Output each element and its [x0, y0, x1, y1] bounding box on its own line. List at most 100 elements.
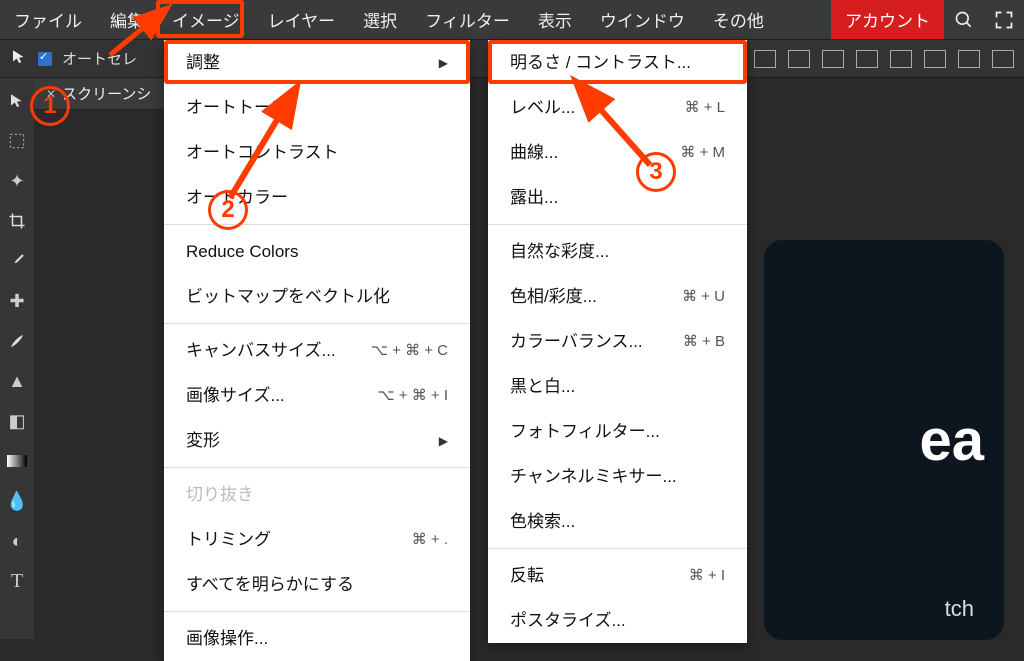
align-middle-icon[interactable] — [890, 50, 912, 68]
menuitem-label: ビットマップをベクトル化 — [186, 288, 390, 305]
menu-file[interactable]: ファイル — [0, 0, 96, 39]
tool-eyedropper[interactable] — [4, 244, 30, 278]
background-panel: ea tch — [764, 240, 1004, 640]
tab-title: スクリーンシ — [62, 83, 151, 104]
shortcut: ⌘ + B — [683, 334, 725, 349]
image-menu-item-13[interactable]: トリミング⌘ + . — [164, 517, 470, 562]
adjust-menu-item-14[interactable]: ポスタライズ... — [488, 598, 747, 643]
separator — [488, 224, 747, 225]
menu-other[interactable]: その他 — [699, 0, 778, 39]
menuitem-label: オートコントラスト — [186, 144, 339, 161]
image-menu-dropdown: 調整オートトーンオートコントラストオートカラー Reduce Colors ビットマ… — [164, 40, 470, 661]
align-top-icon[interactable] — [856, 50, 878, 68]
adjust-menu-item-2[interactable]: 曲線...⌘ + M — [488, 130, 747, 175]
menuitem-label: チャンネルミキサー... — [510, 468, 677, 485]
tool-stamp[interactable]: ▲ — [4, 364, 30, 398]
menuitem-label: 色検索... — [510, 513, 575, 530]
menu-edit[interactable]: 編集 — [96, 0, 158, 39]
menubar: ファイル 編集 イメージ レイヤー 選択 フィルター 表示 ウインドウ その他 … — [0, 0, 1024, 40]
distribute-v-icon[interactable] — [992, 50, 1014, 68]
menuitem-label: 黒と白... — [510, 378, 575, 395]
separator — [164, 323, 470, 324]
menuitem-label: 画像サイズ... — [186, 387, 285, 404]
adjust-menu-item-8[interactable]: 黒と白... — [488, 364, 747, 409]
left-toolstrip: ✦ ✚ ▲ ◧ 💧 ◐ T — [0, 78, 34, 639]
move-tool-icon[interactable] — [10, 48, 28, 70]
image-menu-item-12: 切り抜き — [164, 472, 470, 517]
menuitem-label: フォトフィルター... — [510, 423, 660, 440]
adjust-menu-item-10[interactable]: チャンネルミキサー... — [488, 454, 747, 499]
menuitem-label: オートカラー — [186, 189, 288, 206]
menuitem-label: キャンバスサイズ... — [186, 342, 336, 359]
shortcut: ⌥ + ⌘ + I — [377, 388, 448, 403]
align-left-icon[interactable] — [754, 50, 776, 68]
menu-layer[interactable]: レイヤー — [254, 0, 350, 39]
adjust-menu-item-13[interactable]: 反転⌘ + I — [488, 553, 747, 598]
adjust-menu-item-5[interactable]: 自然な彩度... — [488, 229, 747, 274]
account-button[interactable]: アカウント — [831, 0, 944, 39]
tool-eraser[interactable]: ◧ — [4, 404, 30, 438]
image-menu-item-10[interactable]: 変形 — [164, 418, 470, 463]
tool-move[interactable] — [4, 84, 30, 118]
shortcut: ⌥ + ⌘ + C — [371, 343, 448, 358]
separator — [164, 611, 470, 612]
tool-heal[interactable]: ✚ — [4, 284, 30, 318]
menu-select[interactable]: 選択 — [349, 0, 411, 39]
search-icon[interactable] — [944, 0, 984, 39]
image-menu-item-8[interactable]: キャンバスサイズ... ⌥ + ⌘ + C — [164, 328, 470, 373]
adjust-menu-item-3[interactable]: 露出... — [488, 175, 747, 220]
image-menu-item-6[interactable]: ビットマップをベクトル化 — [164, 274, 470, 319]
adjustments-submenu: 明るさ / コントラスト...レベル...⌘ + L曲線...⌘ + M 露出..… — [488, 40, 747, 643]
menuitem-label: トリミング — [186, 531, 271, 548]
adjust-menu-item-9[interactable]: フォトフィルター... — [488, 409, 747, 454]
menu-image[interactable]: イメージ — [158, 0, 254, 39]
adjust-menu-item-11[interactable]: 色検索... — [488, 499, 747, 544]
tool-marquee[interactable] — [4, 124, 30, 158]
align-right-icon[interactable] — [822, 50, 844, 68]
menuitem-label: 自然な彩度... — [510, 243, 609, 260]
menuitem-label: 曲線... — [510, 144, 558, 161]
align-icons — [754, 50, 1014, 68]
adjust-menu-item-7[interactable]: カラーバランス...⌘ + B — [488, 319, 747, 364]
menu-window[interactable]: ウインドウ — [586, 0, 699, 39]
adjust-menu-item-6[interactable]: 色相/彩度... ⌘ + U — [488, 274, 747, 319]
image-menu-item-3[interactable]: オートカラー — [164, 175, 470, 220]
shortcut: ⌘ + I — [689, 568, 725, 583]
image-menu-item-1[interactable]: オートトーン — [164, 85, 470, 130]
menuitem-label: オートトーン — [186, 99, 287, 116]
adjust-menu-item-0[interactable]: 明るさ / コントラスト... — [488, 40, 747, 85]
image-menu-item-14[interactable]: すべてを明らかにする — [164, 562, 470, 607]
distribute-h-icon[interactable] — [958, 50, 980, 68]
shortcut: ⌘ + U — [682, 289, 725, 304]
menu-filter[interactable]: フィルター — [411, 0, 524, 39]
align-center-icon[interactable] — [788, 50, 810, 68]
align-bottom-icon[interactable] — [924, 50, 946, 68]
tool-dodge[interactable]: ◐ — [4, 524, 30, 558]
panel-small-text: tch — [945, 596, 974, 622]
autoselect-checkbox[interactable] — [38, 52, 52, 66]
tool-blur[interactable]: 💧 — [4, 484, 30, 518]
tool-crop[interactable] — [4, 204, 30, 238]
image-menu-item-9[interactable]: 画像サイズ... ⌥ + ⌘ + I — [164, 373, 470, 418]
tab-x-icon[interactable]: ✕ — [46, 87, 56, 101]
menuitem-label: Reduce Colors — [186, 243, 298, 260]
menuitem-label: すべてを明らかにする — [186, 576, 354, 593]
image-menu-item-5[interactable]: Reduce Colors — [164, 229, 470, 274]
menu-view[interactable]: 表示 — [524, 0, 586, 39]
menuitem-label: 切り抜き — [186, 486, 254, 503]
menuitem-label: 色相/彩度... — [510, 288, 597, 305]
menuitem-label: 調整 — [186, 54, 220, 71]
tool-wand[interactable]: ✦ — [4, 164, 30, 198]
panel-big-text: ea — [919, 407, 984, 474]
menuitem-label: 露出... — [510, 189, 558, 206]
separator — [488, 548, 747, 549]
image-menu-item-0[interactable]: 調整 — [164, 40, 470, 85]
fullscreen-icon[interactable] — [984, 0, 1024, 39]
image-menu-item-2[interactable]: オートコントラスト — [164, 130, 470, 175]
menuitem-label: レベル... — [510, 99, 575, 116]
separator — [164, 467, 470, 468]
tool-text[interactable]: T — [4, 564, 30, 598]
adjust-menu-item-1[interactable]: レベル...⌘ + L — [488, 85, 747, 130]
tool-brush[interactable] — [4, 324, 30, 358]
tool-gradient[interactable] — [4, 444, 30, 478]
